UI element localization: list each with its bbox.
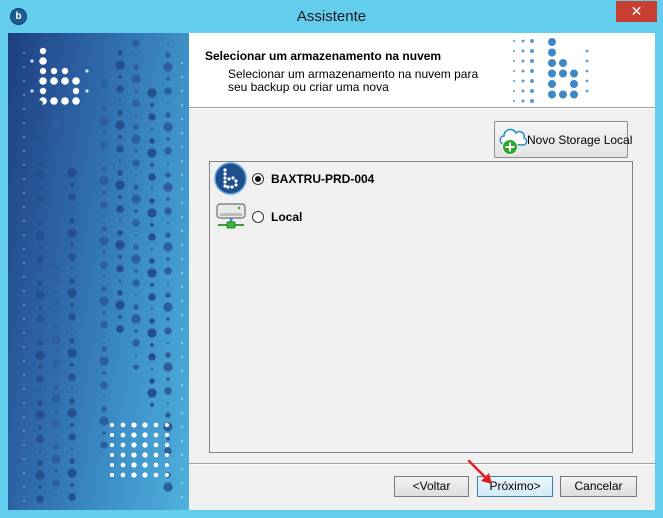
new-storage-label: Novo Storage Local <box>527 133 633 147</box>
wizard-window: b Assistente ✕ Selecionar um armazenamen… <box>0 0 663 518</box>
storage-radio-baxtru[interactable] <box>252 173 264 185</box>
wizard-client-area: Selecionar um armazenamento na nuvem Sel… <box>8 33 655 510</box>
cloud-add-icon <box>498 124 528 159</box>
side-banner <box>8 33 189 510</box>
storage-list[interactable]: BAXTRU-PRD-004 Local <box>209 161 633 453</box>
page-subtitle: Selecionar um armazenamento na nuvem par… <box>228 67 479 94</box>
local-drive-icon <box>214 200 248 237</box>
close-icon: ✕ <box>630 3 643 19</box>
window-title: Assistente <box>296 8 367 25</box>
storage-label-local: Local <box>271 210 303 224</box>
storage-item-local[interactable]: Local <box>214 200 614 234</box>
header-divider <box>189 108 655 109</box>
page-title: Selecionar um armazenamento na nuvem <box>205 49 442 63</box>
storage-item-baxtru[interactable]: BAXTRU-PRD-004 <box>214 162 614 196</box>
wizard-header: Selecionar um armazenamento na nuvem Sel… <box>189 33 655 108</box>
storage-radio-local[interactable] <box>252 211 264 223</box>
title-bar[interactable]: b Assistente ✕ <box>0 0 663 33</box>
storage-label-baxtru: BAXTRU-PRD-004 <box>271 172 375 186</box>
back-button[interactable]: <Voltar <box>394 476 469 497</box>
baxtru-logo-icon <box>214 162 247 198</box>
annotation-arrow-icon <box>466 458 496 491</box>
banner-dot-pattern <box>23 39 183 503</box>
brand-logo-icon <box>509 36 599 109</box>
cancel-button[interactable]: Cancelar <box>560 476 637 497</box>
new-local-storage-button[interactable]: Novo Storage Local <box>494 121 632 159</box>
close-button[interactable]: ✕ <box>616 1 657 22</box>
